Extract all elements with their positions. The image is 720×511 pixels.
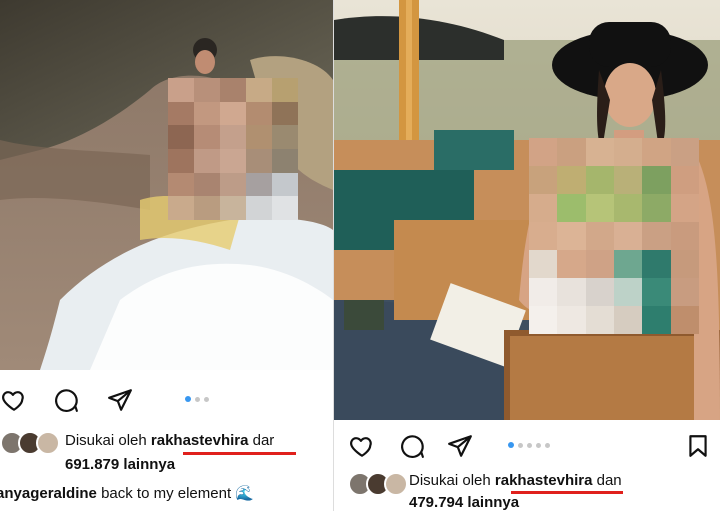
liked-by-user-link[interactable]: rakhastevhira bbox=[151, 432, 249, 449]
liked-by-prefix: Disukai oleh bbox=[409, 472, 491, 489]
heart-icon[interactable] bbox=[348, 432, 376, 460]
carousel-dot bbox=[536, 442, 541, 448]
carousel-indicator bbox=[185, 396, 209, 402]
comment-icon[interactable] bbox=[52, 386, 80, 414]
liked-by-text: Disukai oleh rakhastevhira dan bbox=[409, 472, 622, 490]
likes-suffix: lainnya bbox=[467, 494, 520, 511]
carousel-dot bbox=[195, 396, 200, 402]
heart-icon[interactable] bbox=[0, 386, 28, 414]
carousel-dot bbox=[545, 442, 550, 448]
censor-mosaic bbox=[529, 138, 699, 334]
carousel-dot bbox=[518, 442, 523, 448]
right-post: Disukai oleh rakhastevhira dan 479.794 l… bbox=[334, 0, 720, 511]
likes-count-text[interactable]: 691.879 lainnya bbox=[65, 456, 175, 474]
post-caption: anyageraldine back to my element 🌊 bbox=[0, 484, 254, 502]
liked-by-suffix: dan bbox=[596, 472, 622, 489]
comment-icon[interactable] bbox=[398, 432, 426, 460]
liker-avatars[interactable] bbox=[348, 472, 408, 496]
highlight-underline bbox=[183, 452, 296, 455]
avatar bbox=[36, 431, 60, 455]
carousel-indicator bbox=[508, 442, 550, 448]
highlight-underline bbox=[511, 491, 623, 494]
left-post-photo[interactable] bbox=[0, 0, 333, 370]
carousel-dot bbox=[204, 396, 209, 402]
carousel-dot bbox=[508, 442, 514, 448]
liked-by-prefix: Disukai oleh bbox=[65, 432, 147, 449]
caption-username[interactable]: anyageraldine bbox=[0, 485, 97, 502]
bookmark-icon[interactable] bbox=[684, 432, 712, 460]
right-post-photo[interactable] bbox=[334, 0, 720, 420]
likes-count: 691.879 bbox=[65, 456, 120, 473]
likes-suffix: lainnya bbox=[123, 456, 176, 473]
likes-count-text[interactable]: 479.794 lainnya bbox=[409, 494, 519, 511]
caption-text: back to my element 🌊 bbox=[101, 485, 254, 502]
left-post-actions bbox=[0, 382, 333, 418]
carousel-dot bbox=[185, 396, 191, 402]
avatar bbox=[384, 472, 408, 496]
carousel-dot bbox=[527, 442, 532, 448]
censor-mosaic bbox=[168, 78, 298, 220]
liked-by-suffix: dar bbox=[252, 432, 275, 449]
left-post: Disukai oleh rakhastevhira dar 691.879 l… bbox=[0, 0, 333, 511]
liker-avatars[interactable] bbox=[0, 431, 60, 455]
send-icon[interactable] bbox=[106, 386, 134, 414]
right-post-actions bbox=[334, 428, 720, 464]
liked-by-user-link[interactable]: rakhastevhira bbox=[495, 472, 593, 489]
send-icon[interactable] bbox=[446, 432, 474, 460]
likes-count: 479.794 bbox=[409, 494, 464, 511]
liked-by-text: Disukai oleh rakhastevhira dar bbox=[65, 432, 274, 450]
